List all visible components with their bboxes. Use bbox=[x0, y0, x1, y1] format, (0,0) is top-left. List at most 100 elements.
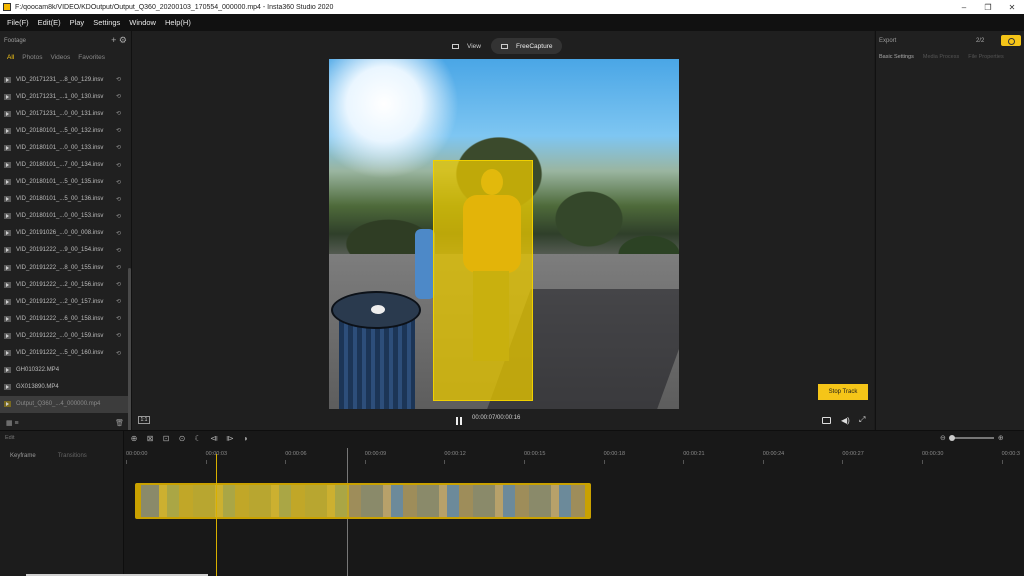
file-name: VID_20191222_...2_00_156.insv bbox=[16, 281, 104, 288]
menu-play[interactable]: Play bbox=[70, 18, 85, 27]
app-window: F:/qoocam8k/VIDEO/KDOutput/Output_Q360_2… bbox=[0, 0, 1024, 576]
minimize-button[interactable]: – bbox=[952, 3, 976, 12]
file-list-item[interactable]: GX013890.MP4 bbox=[0, 379, 128, 396]
file-list-item[interactable]: VID_20191222_...2_00_157.insv ⟲ bbox=[0, 293, 128, 310]
tab-keyframe[interactable]: Keyframe bbox=[10, 453, 36, 459]
file-list-item[interactable]: VID_20171231_...1_00_130.insv ⟲ bbox=[0, 88, 128, 105]
track-target-icon[interactable]: ⊡ bbox=[158, 434, 174, 443]
trim-start-icon[interactable]: ⧏ bbox=[206, 434, 222, 443]
file-name: VID_20171231_...8_00_129.insv bbox=[16, 76, 104, 83]
file-list-item[interactable]: GH010322.MP4 bbox=[0, 362, 128, 379]
file-list-item[interactable]: VID_20191222_...6_00_158.insv ⟲ bbox=[0, 310, 128, 327]
trash-can bbox=[331, 291, 421, 409]
video-preview[interactable] bbox=[329, 59, 679, 409]
tab-media-process[interactable]: Media Process bbox=[923, 54, 959, 60]
maximize-button[interactable]: ❐ bbox=[976, 3, 1000, 12]
trash-icon[interactable]: 🗑 bbox=[115, 419, 124, 427]
menu-settings[interactable]: Settings bbox=[93, 18, 120, 27]
video-clip[interactable] bbox=[135, 483, 591, 519]
monitor-icon bbox=[452, 43, 459, 49]
file-list-item[interactable]: VID_20171231_...8_00_129.insv ⟲ bbox=[0, 71, 128, 88]
tab-all[interactable]: All bbox=[7, 54, 14, 61]
ruler-tick: 00:00:24 bbox=[762, 451, 785, 464]
footage-footer: ▦ ≡ 🗑 bbox=[0, 416, 130, 430]
stop-track-button[interactable]: Stop Track bbox=[818, 384, 868, 400]
file-list-item[interactable]: VID_20171231_...0_00_131.insv ⟲ bbox=[0, 105, 128, 122]
tab-videos[interactable]: Videos bbox=[50, 54, 70, 61]
tab-transitions[interactable]: Transitions bbox=[58, 453, 87, 459]
file-name: Output_Q360_...4_000000.mp4 bbox=[16, 401, 101, 408]
file-list: VID_20171231_...8_00_129.insv ⟲ VID_201712… bbox=[0, 71, 128, 413]
volume-icon[interactable]: ◀) bbox=[841, 416, 850, 425]
zoom-out-icon[interactable]: ⊖ bbox=[940, 434, 946, 442]
snapshot-camera-icon[interactable] bbox=[822, 417, 831, 424]
fullscreen-icon[interactable]: ⤢ bbox=[859, 415, 865, 425]
file-list-item[interactable]: VID_20180101_...5_00_136.insv ⟲ bbox=[0, 191, 128, 208]
pause-icon[interactable] bbox=[456, 417, 462, 425]
ruler-tick: 00:00:3 bbox=[1001, 451, 1020, 464]
add-footage-icon[interactable]: + ⚙ bbox=[111, 35, 127, 46]
tab-favorites[interactable]: Favorites bbox=[78, 54, 105, 61]
file-list-item[interactable]: VID_20180101_...7_00_134.insv ⟲ bbox=[0, 156, 128, 173]
video-file-icon bbox=[4, 384, 11, 391]
view-mode-icon[interactable]: ▦ ≡ bbox=[6, 419, 19, 427]
tab-file-properties[interactable]: File Properties bbox=[968, 54, 1003, 60]
time-ruler[interactable]: 00:00:0000:00:0300:00:0600:00:0900:00:12… bbox=[124, 451, 1024, 465]
playhead[interactable] bbox=[216, 454, 217, 576]
file-list-item[interactable]: VID_20180101_...0_00_133.insv ⟲ bbox=[0, 139, 128, 156]
video-file-icon bbox=[4, 213, 11, 220]
view-button[interactable]: View bbox=[442, 38, 491, 54]
video-file-icon bbox=[4, 76, 11, 83]
tracked-segment[interactable] bbox=[159, 485, 349, 517]
export-button[interactable] bbox=[1001, 35, 1021, 46]
tab-basic-settings[interactable]: Basic Settings bbox=[879, 54, 914, 60]
file-list-item[interactable]: VID_20191222_...5_00_160.insv ⟲ bbox=[0, 345, 128, 362]
ruler-tick: 00:00:09 bbox=[364, 451, 387, 464]
tracking-status-icon: ⟲ bbox=[116, 111, 122, 118]
file-list-item[interactable]: VID_20180101_...5_00_132.insv ⟲ bbox=[0, 122, 128, 139]
file-list-item[interactable]: VID_20180101_...5_00_135.insv ⟲ bbox=[0, 174, 128, 191]
tracking-box[interactable] bbox=[433, 160, 533, 401]
freecapture-button[interactable]: FreeCapture bbox=[490, 38, 563, 54]
speed-icon[interactable]: ⊙ bbox=[174, 434, 190, 443]
edit-panel: Edit Keyframe Transitions bbox=[0, 431, 124, 576]
file-name: VID_20180101_...0_00_133.insv bbox=[16, 144, 104, 151]
clip-end-handle[interactable] bbox=[585, 485, 589, 517]
zoom-slider[interactable] bbox=[948, 435, 994, 441]
split-icon[interactable]: ☾ bbox=[190, 434, 206, 443]
tab-photos[interactable]: Photos bbox=[22, 54, 42, 61]
menu-file[interactable]: File(F) bbox=[7, 18, 29, 27]
close-button[interactable]: ✕ bbox=[1000, 3, 1024, 12]
menu-window[interactable]: Window bbox=[129, 18, 156, 27]
ruler-tick: 00:00:27 bbox=[842, 451, 864, 464]
file-list-item[interactable]: VID_20191026_...0_00_008.insv ⟲ bbox=[0, 225, 128, 242]
ruler-tick: 00:00:15 bbox=[524, 451, 546, 464]
file-list-item[interactable]: VID_20191222_...9_00_154.insv ⟲ bbox=[0, 242, 128, 259]
aspect-ratio-button[interactable]: 1:1 bbox=[138, 416, 150, 424]
tracking-status-icon: ⟲ bbox=[116, 316, 122, 323]
file-list-item[interactable]: Output_Q360_...4_000000.mp4 bbox=[0, 395, 128, 413]
trim-end-icon[interactable]: ⧐ bbox=[222, 434, 238, 443]
file-name: VID_20191222_...2_00_157.insv bbox=[16, 298, 104, 305]
file-name: VID_20191222_...8_00_155.insv bbox=[16, 264, 104, 271]
audio-icon[interactable]: ◗ bbox=[238, 434, 254, 443]
file-list-item[interactable]: VID_20180101_...0_00_153.insv ⟲ bbox=[0, 208, 128, 225]
zoom-controls: ⊖ ⊕ bbox=[940, 434, 1004, 442]
video-file-icon bbox=[4, 162, 11, 169]
video-file-icon bbox=[4, 127, 11, 134]
menu-help[interactable]: Help(H) bbox=[165, 18, 191, 27]
file-list-item[interactable]: VID_20191222_...2_00_156.insv ⟲ bbox=[0, 276, 128, 293]
add-keyframe-icon[interactable]: ⊕ bbox=[126, 434, 142, 443]
zoom-in-icon[interactable]: ⊕ bbox=[998, 434, 1004, 442]
footage-panel: Footage + ⚙ All Photos Videos Favorites … bbox=[0, 31, 132, 438]
video-file-icon bbox=[4, 332, 11, 339]
footage-title: Footage bbox=[4, 37, 27, 44]
file-list-item[interactable]: VID_20191222_...0_00_159.insv ⟲ bbox=[0, 327, 128, 344]
file-list-scrollbar[interactable] bbox=[128, 268, 131, 438]
menu-edit[interactable]: Edit(E) bbox=[38, 18, 61, 27]
file-list-item[interactable]: VID_20191222_...8_00_155.insv ⟲ bbox=[0, 259, 128, 276]
menu-bar: File(F) Edit(E) Play Settings Window Hel… bbox=[0, 14, 1024, 31]
delete-keyframe-icon[interactable]: ⊠ bbox=[142, 434, 158, 443]
video-file-icon bbox=[4, 350, 11, 357]
clip-start-handle[interactable] bbox=[137, 485, 141, 517]
